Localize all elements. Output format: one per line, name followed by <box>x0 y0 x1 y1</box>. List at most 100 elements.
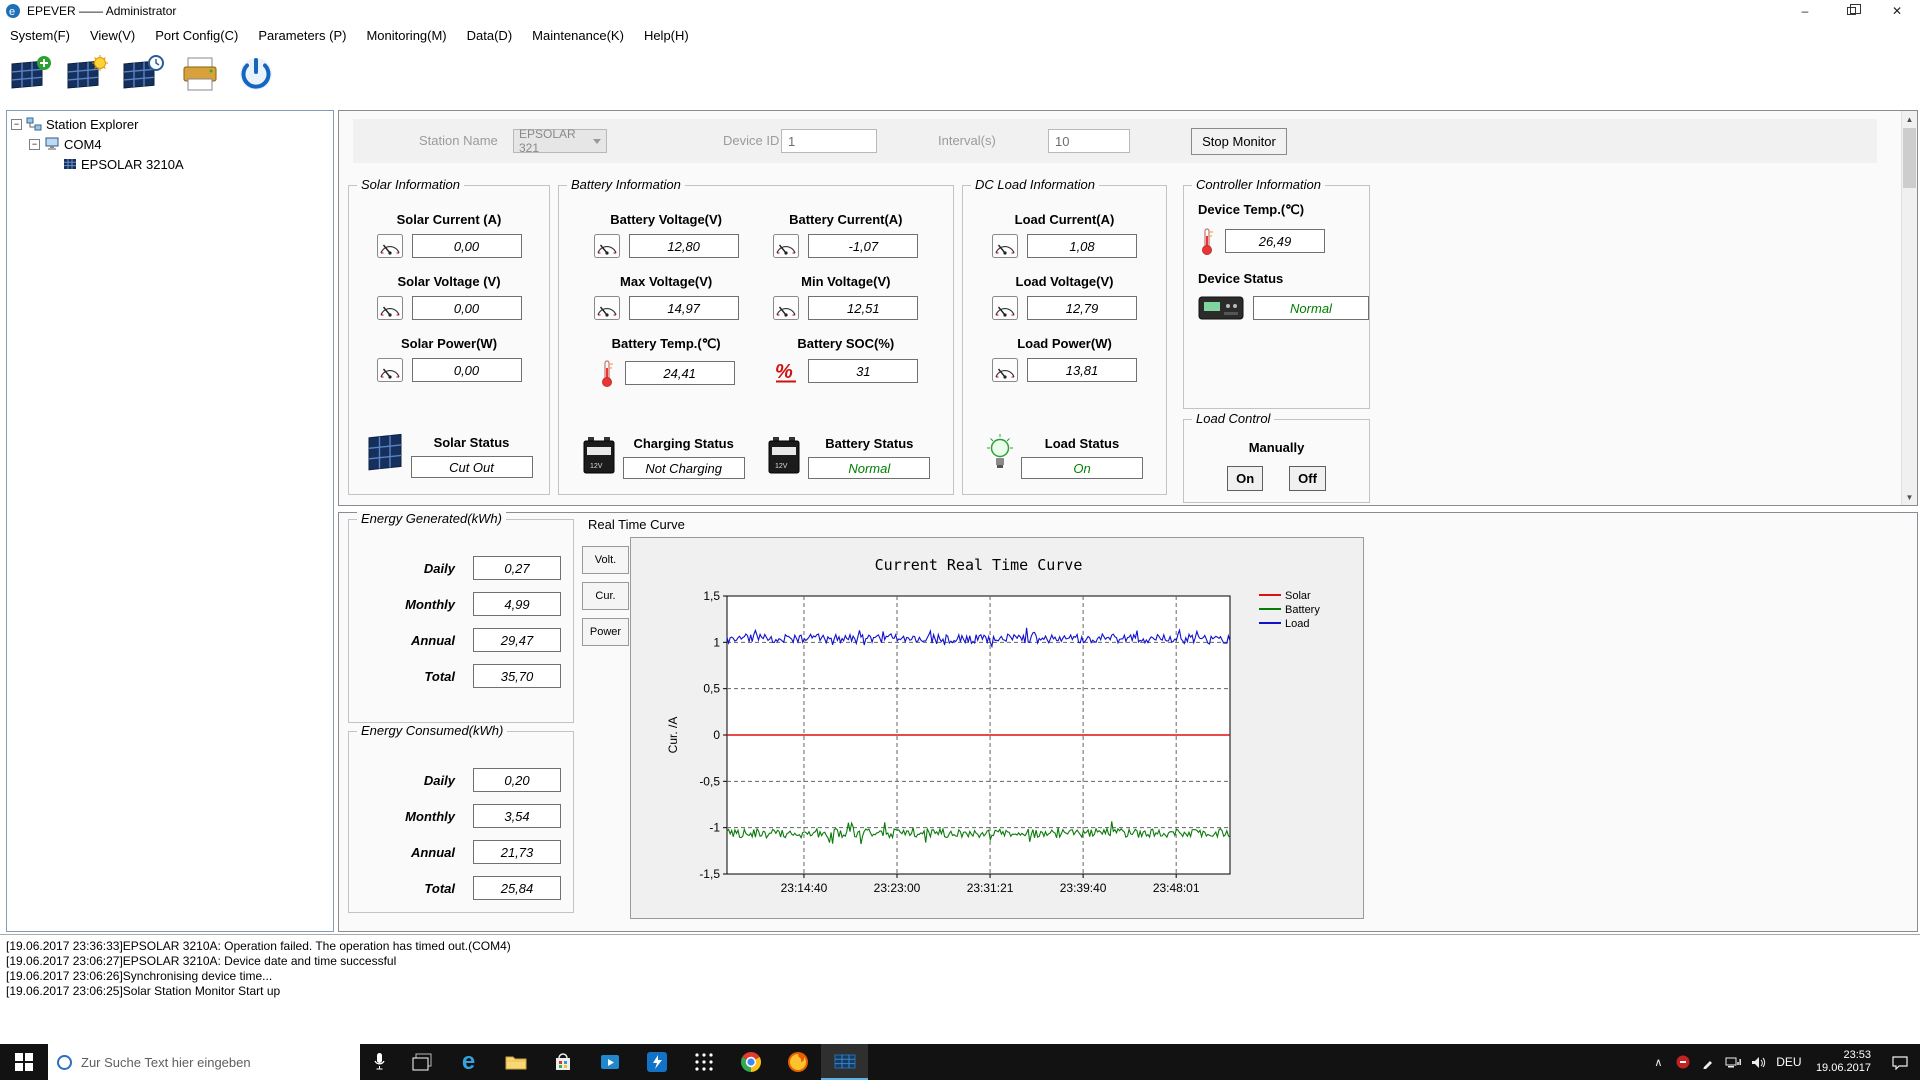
meter-icon <box>376 296 403 320</box>
minimize-button[interactable]: – <box>1782 0 1828 22</box>
interval-label: Interval(s) <box>938 133 996 148</box>
print-button[interactable] <box>176 52 224 100</box>
tree-item-epsolar-3210a[interactable]: EPSOLAR 3210A <box>7 154 333 174</box>
svg-text:e: e <box>9 6 15 18</box>
svg-text:%: % <box>775 361 793 383</box>
real-time-curve-label: Real Time Curve <box>588 517 685 532</box>
station-settings-button[interactable] <box>64 52 112 100</box>
tray-volume-icon[interactable] <box>1746 1044 1771 1080</box>
device-id-label: Device ID <box>723 133 780 148</box>
stop-monitor-button[interactable]: Stop Monitor <box>1191 128 1287 155</box>
station-name-value: EPSOLAR 321 <box>519 127 576 155</box>
taskbar-firefox-icon[interactable] <box>774 1044 821 1080</box>
app-icon: e <box>5 3 21 19</box>
device-id-input[interactable]: 1 <box>781 129 877 153</box>
taskbar-video-icon[interactable] <box>586 1044 633 1080</box>
load-off-button[interactable]: Off <box>1289 466 1326 491</box>
tray-network-icon[interactable] <box>1721 1044 1746 1080</box>
station-explorer-tree: − Station Explorer − COM4 EPSOLAR 3210A <box>6 110 334 932</box>
energy-row: Monthly 3,54 <box>367 804 573 828</box>
add-station-button[interactable] <box>8 52 56 100</box>
field-value: 24,41 <box>624 361 735 385</box>
energy-label: Daily <box>423 560 455 576</box>
scroll-down-icon[interactable]: ▼ <box>1902 489 1917 505</box>
taskbar-explorer-icon[interactable] <box>492 1044 539 1080</box>
expander-icon[interactable]: − <box>11 118 22 130</box>
svg-text:12V: 12V <box>590 463 603 470</box>
expander-icon[interactable]: − <box>29 138 40 150</box>
menu-maintenance-k-[interactable]: Maintenance(K) <box>522 22 634 48</box>
tray-alert-red-icon[interactable] <box>1671 1044 1696 1080</box>
taskbar-epever-active-icon[interactable] <box>821 1044 868 1080</box>
energy-row: Total 25,84 <box>367 876 573 900</box>
tool-sun-icon <box>66 54 110 99</box>
meter-icon <box>593 296 620 320</box>
taskbar-edge-icon[interactable]: e <box>445 1044 492 1080</box>
tray-pen-icon[interactable] <box>1696 1044 1721 1080</box>
tree-item-label: Station Explorer <box>46 116 139 132</box>
main-panel: Station Name EPSOLAR 321 Device ID 1 Int… <box>338 110 1918 932</box>
taskbar-mail-app-icon[interactable] <box>633 1044 680 1080</box>
curve-tab-cur[interactable]: Cur. <box>582 582 629 610</box>
taskbar: Zur Suche Text hier eingeben e ∧ DEU 23:… <box>0 1044 1920 1080</box>
action-center-icon[interactable] <box>1880 1055 1920 1070</box>
solar-information-group: Solar Information Solar Current (A) 0,00 So… <box>348 177 550 495</box>
taskbar-store-icon[interactable] <box>539 1044 586 1080</box>
curve-tab-volt[interactable]: Volt. <box>582 546 629 574</box>
menu-system-f-[interactable]: System(F) <box>0 22 80 48</box>
device-temp-label: Device Temp.(℃) <box>1198 202 1305 217</box>
field-label: Min Voltage(V) <box>801 274 891 289</box>
field-label: Load Power(W) <box>1017 336 1112 351</box>
svg-text:Current Real Time Curve: Current Real Time Curve <box>875 556 1083 574</box>
menu-monitoring-m-[interactable]: Monitoring(M) <box>356 22 456 48</box>
menu-port-config-c-[interactable]: Port Config(C) <box>145 22 248 48</box>
search-input[interactable]: Zur Suche Text hier eingeben <box>48 1044 360 1080</box>
status-label: Charging Status <box>633 436 734 451</box>
meter-icon <box>376 234 403 258</box>
menu-data-d-[interactable]: Data(D) <box>457 22 523 48</box>
restore-icon <box>1846 4 1861 15</box>
taskbar-grid-icon[interactable] <box>680 1044 727 1080</box>
menu-help-h-[interactable]: Help(H) <box>634 22 699 48</box>
field-value: 31 <box>808 359 919 383</box>
field-label: Load Current(A) <box>1014 212 1115 227</box>
keyboard-language[interactable]: DEU <box>1771 1055 1807 1069</box>
microphone-icon[interactable] <box>360 1044 398 1080</box>
tree-item-station-explorer[interactable]: − Station Explorer <box>7 114 333 134</box>
station-timer-button[interactable] <box>120 52 168 100</box>
clock-time: 23:53 <box>1843 1049 1871 1061</box>
log-line: [19.06.2017 23:06:27]EPSOLAR 3210A: Devi… <box>6 954 397 968</box>
tray-chevron-up-icon[interactable]: ∧ <box>1646 1044 1671 1080</box>
energy-value: 29,47 <box>473 628 561 652</box>
energy-value: 35,70 <box>473 664 561 688</box>
scroll-up-icon[interactable]: ▲ <box>1902 111 1917 127</box>
taskbar-chrome-icon[interactable] <box>727 1044 774 1080</box>
start-button[interactable] <box>0 1044 48 1080</box>
energy-row: Annual 21,73 <box>367 840 573 864</box>
interval-input[interactable]: 10 <box>1048 129 1130 153</box>
scroll-thumb[interactable] <box>1903 128 1916 188</box>
menu-view-v-[interactable]: View(V) <box>80 22 145 48</box>
menu-parameters-p-[interactable]: Parameters (P) <box>248 22 356 48</box>
svg-text:23:14:40: 23:14:40 <box>781 881 828 895</box>
monitor-scrollbar[interactable]: ▲ ▼ <box>1901 111 1917 505</box>
close-button[interactable]: ✕ <box>1874 0 1920 22</box>
restore-button[interactable] <box>1828 0 1874 22</box>
svg-text:Solar: Solar <box>1285 590 1311 602</box>
power-button[interactable] <box>232 52 280 100</box>
controller-information-group: Controller Information Device Temp.(℃) 2… <box>1183 177 1370 409</box>
taskbar-task-view-icon[interactable] <box>398 1044 445 1080</box>
svg-text:-0,5: -0,5 <box>699 774 720 788</box>
chevron-down-icon <box>593 138 601 144</box>
curve-tab-power[interactable]: Power <box>582 618 629 646</box>
tree-item-com4[interactable]: − COM4 <box>7 134 333 154</box>
menubar: System(F) View(V) Port Config(C) Parameters… <box>0 22 1920 48</box>
tool-power-icon <box>236 54 276 99</box>
clock[interactable]: 23:53 19.06.2017 <box>1807 1049 1880 1075</box>
device-status-value: Normal <box>1253 296 1369 320</box>
real-time-curve-chart: 1,5 1 0,5 0 -0,5 -1 -1,5 23:14:40 23:23:00 23:31:… <box>630 537 1364 919</box>
station-name-select[interactable]: EPSOLAR 321 <box>513 127 607 155</box>
status-label: Solar Status <box>433 435 510 450</box>
status-value: Cut Out <box>410 456 533 478</box>
load-on-button[interactable]: On <box>1227 466 1264 491</box>
